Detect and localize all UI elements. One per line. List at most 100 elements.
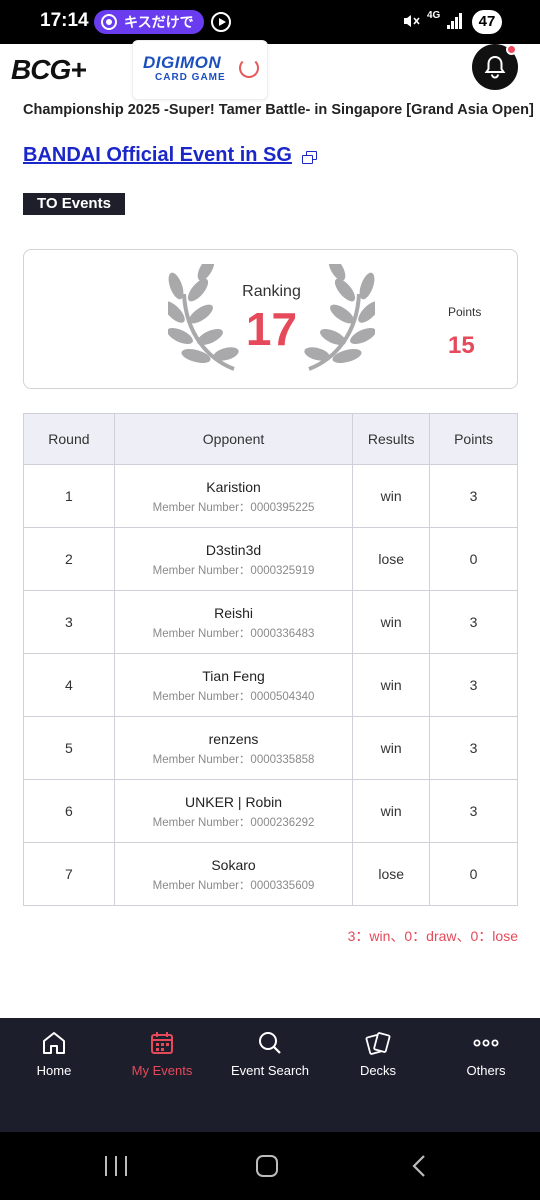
table-row: 7 Sokaro Member Number：0000335609 lose 0: [23, 842, 518, 906]
opponent-name: renzens: [208, 730, 259, 747]
record-icon: [101, 14, 117, 30]
result-cell: win: [352, 590, 431, 654]
opponent-name: Karistion: [206, 478, 261, 495]
nav-others[interactable]: Others: [432, 1018, 540, 1108]
result-cell: win: [352, 653, 431, 717]
points-label: Points: [448, 305, 482, 319]
recent-apps-button[interactable]: [105, 1156, 129, 1176]
points-cell: 3: [429, 590, 518, 654]
member-number: Member Number：0000325919: [152, 564, 315, 577]
nav-label: My Events: [131, 1063, 193, 1078]
table-row: 4 Tian Feng Member Number：0000504340 win …: [23, 653, 518, 717]
result-cell: lose: [352, 527, 431, 591]
opponent-cell: D3stin3d Member Number：0000325919: [113, 527, 354, 591]
back-button[interactable]: [410, 1154, 428, 1178]
nav-event-search[interactable]: Event Search: [216, 1018, 324, 1108]
table-row: 6 UNKER | Robin Member Number：0000236292 …: [23, 779, 518, 843]
nav-label: Event Search: [230, 1063, 310, 1078]
table-header-row: Round Opponent Results Points: [23, 413, 518, 465]
opponent-cell: Karistion Member Number：0000395225: [113, 464, 354, 528]
network-type: 4G: [427, 10, 441, 21]
nav-decks[interactable]: Decks: [324, 1018, 432, 1108]
organizer-link[interactable]: BANDAI Official Event in SG: [23, 144, 292, 167]
member-number: Member Number：0000395225: [152, 501, 315, 514]
points-cell: 3: [429, 464, 518, 528]
nav-label: Decks: [359, 1063, 397, 1078]
bell-icon: [484, 55, 506, 79]
points-cell: 3: [429, 716, 518, 780]
bottom-nav: Home My Events Event Search Decks Others: [0, 1018, 540, 1132]
switch-icon: [239, 58, 259, 78]
table-row: 5 renzens Member Number：0000335858 win 3: [23, 716, 518, 780]
table-row: 2 D3stin3d Member Number：0000325919 lose …: [23, 527, 518, 591]
game-logo-title: DIGIMON: [143, 53, 222, 72]
table-row: 1 Karistion Member Number：0000395225 win …: [23, 464, 518, 528]
status-time: 17:14: [40, 10, 89, 31]
notifications-button[interactable]: [472, 44, 518, 90]
header-points: Points: [429, 413, 518, 465]
round-cell: 5: [23, 716, 115, 780]
round-cell: 3: [23, 590, 115, 654]
header-opponent: Opponent: [113, 413, 354, 465]
round-cell: 6: [23, 779, 115, 843]
opponent-name: Sokaro: [211, 856, 256, 873]
mute-icon: [402, 12, 420, 35]
header-round: Round: [23, 413, 115, 465]
battery-level: 47: [472, 10, 502, 34]
member-number: Member Number：0000335609: [152, 879, 315, 892]
round-cell: 4: [23, 653, 115, 717]
result-cell: win: [352, 464, 431, 528]
ranking-card: Ranking 17 Points 15: [23, 249, 518, 389]
result-cell: win: [352, 779, 431, 843]
ranking-label: Ranking: [242, 283, 301, 300]
opponent-cell: Tian Feng Member Number：0000504340: [113, 653, 354, 717]
member-number: Member Number：0000335858: [152, 753, 315, 766]
external-link-icon[interactable]: [302, 151, 318, 165]
notification-pill-text: キスだけで: [124, 14, 194, 30]
result-cell: win: [352, 716, 431, 780]
game-selector[interactable]: DIGIMON CARD GAME: [132, 40, 268, 100]
points-cell: 3: [429, 653, 518, 717]
game-logo-subtitle: CARD GAME: [155, 72, 226, 83]
nav-my-events[interactable]: My Events: [108, 1018, 216, 1108]
points-cell: 0: [429, 527, 518, 591]
opponent-name: D3stin3d: [205, 541, 262, 558]
opponent-cell: renzens Member Number：0000335858: [113, 716, 354, 780]
notification-dot: [506, 44, 517, 55]
status-bar: 17:14 キスだけで 4G 47: [0, 0, 540, 44]
home-button[interactable]: [256, 1155, 278, 1177]
opponent-cell: UNKER | Robin Member Number：0000236292: [113, 779, 354, 843]
round-cell: 7: [23, 842, 115, 906]
nav-home[interactable]: Home: [0, 1018, 108, 1108]
event-type-badge: TO Events: [23, 193, 125, 215]
ranking-value: 17: [245, 303, 298, 355]
opponent-name: Reishi: [214, 604, 253, 621]
results-table: Round Opponent Results Points 1 Karistio…: [23, 413, 518, 906]
home-icon: [43, 1032, 65, 1054]
nav-label: Others: [466, 1063, 506, 1078]
table-row: 3 Reishi Member Number：0000336483 win 3: [23, 590, 518, 654]
round-cell: 1: [23, 464, 115, 528]
more-icon: [473, 1039, 499, 1047]
event-title: Championship 2025 -Super! Tamer Battle- …: [23, 102, 534, 118]
opponent-name: UNKER | Robin: [185, 793, 283, 810]
header-results: Results: [352, 413, 431, 465]
notification-pill[interactable]: キスだけで: [94, 10, 204, 34]
play-icon: [211, 12, 231, 32]
system-nav-bar: [0, 1132, 540, 1200]
signal-icon: [447, 13, 463, 29]
member-number: Member Number：0000236292: [152, 816, 315, 829]
nav-label: Home: [36, 1063, 72, 1078]
record-summary: 3：win、0：draw、0：lose: [347, 928, 518, 944]
opponent-cell: Sokaro Member Number：0000335609: [113, 842, 354, 906]
points-cell: 3: [429, 779, 518, 843]
search-icon: [259, 1032, 281, 1054]
calendar-icon: [151, 1032, 173, 1054]
result-cell: lose: [352, 842, 431, 906]
points-cell: 0: [429, 842, 518, 906]
points-value: 15: [448, 332, 475, 359]
bcg-logo[interactable]: BCG+: [11, 54, 87, 86]
round-cell: 2: [23, 527, 115, 591]
member-number: Member Number：0000504340: [152, 690, 315, 703]
app-header: BCG+ DIGIMON CARD GAME: [0, 40, 540, 100]
